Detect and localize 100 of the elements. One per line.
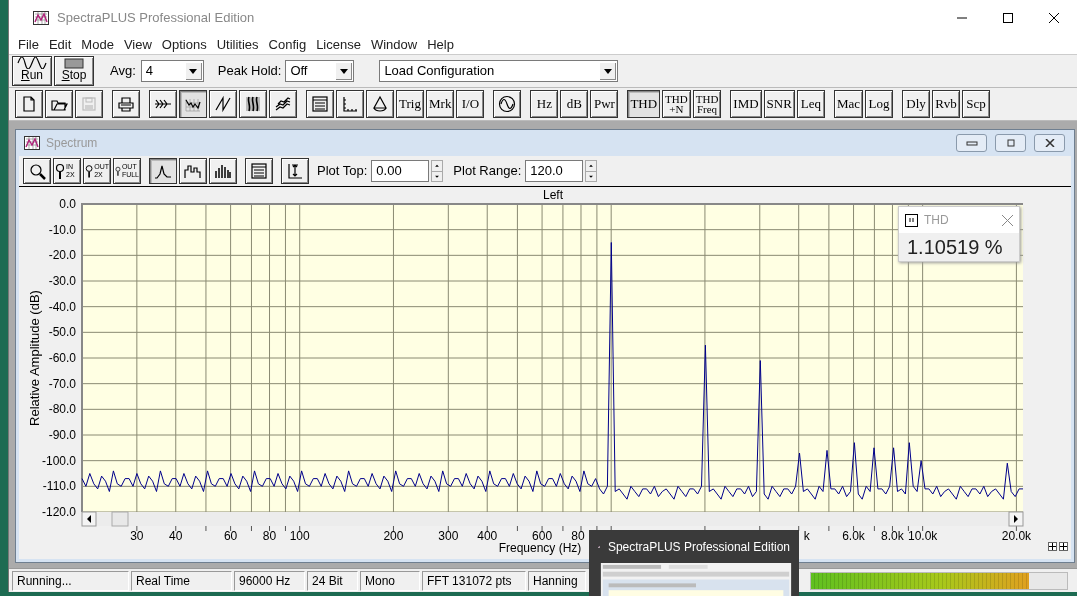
status-field: FFT 131072 pts [422,570,526,591]
tool-button[interactable]: Hz [530,90,559,118]
y-tick-label: 0.0 [59,197,76,211]
tool-button[interactable] [493,90,522,118]
restore-icon [1004,139,1017,147]
channel-label: Left [543,188,563,202]
tool-button[interactable]: THD +N [662,90,691,118]
maximize-icon [1003,12,1013,23]
x-tick-label: 8.0k [881,529,904,543]
tool-button[interactable] [112,90,140,118]
peak-hold-label: Peak Hold: [217,62,282,81]
waterfall-icon [274,95,292,113]
tool-button[interactable] [336,90,364,118]
avg-label: Avg: [110,62,136,81]
magnifier-icon [55,163,65,179]
scroll-right-button[interactable] [1008,511,1024,527]
tool-button[interactable] [366,90,394,118]
peak-hold-dropdown[interactable]: Off [285,60,355,82]
tool-button[interactable]: THD Freq [692,90,722,118]
tool-button[interactable] [306,90,334,118]
menu-item[interactable]: License [311,34,366,55]
view-mode-button[interactable] [149,158,177,184]
stop-button[interactable]: Stop [54,56,94,86]
tool-button[interactable]: Dly [902,90,930,118]
child-close-button[interactable] [1034,134,1065,152]
taskbar-preview[interactable]: SpectraPLUS Professional Edition [589,530,799,596]
tool-button[interactable] [15,90,43,118]
zoom-button[interactable] [23,158,51,184]
menu-item[interactable]: File [13,34,44,55]
y-tick-label: -50.0 [48,325,76,340]
tool-button[interactable]: Scp [962,90,990,118]
menu-item[interactable]: Mode [76,34,119,55]
app-icon [33,10,49,25]
scroll-thumb[interactable] [111,511,129,527]
tool-button[interactable] [209,90,237,118]
tool-button[interactable] [269,90,297,118]
panel-button[interactable] [245,158,273,184]
tool-button[interactable] [45,90,73,118]
y-tick-label: -120.0 [41,505,76,519]
panel-icon [250,162,268,180]
run-button[interactable]: Run [12,56,52,86]
tool-button[interactable]: Log [865,90,893,118]
close-icon[interactable] [1002,214,1013,226]
readout-title: THD [924,212,950,229]
spin-buttons[interactable] [585,160,598,182]
x-axis-label: Frequency (Hz) [498,541,582,555]
minimize-icon [965,139,978,147]
sine-circle-icon [498,95,517,113]
y-tick-label: -60.0 [48,351,76,365]
scroll-left-button[interactable] [81,511,97,527]
readout-value: 1.10519 % [899,233,1019,261]
tool-button[interactable] [179,90,207,118]
tool-button[interactable]: THD [627,90,661,118]
plot-top-field[interactable]: 0.00 [371,160,430,182]
configuration-dropdown[interactable]: Load Configuration [379,60,619,82]
avg-dropdown[interactable]: 4 [140,60,204,82]
axis-icon [341,95,359,113]
app-icon [24,136,40,150]
tool-button[interactable]: SNR [763,90,795,118]
child-window-title: Spectrum [46,135,99,152]
pause-icon[interactable] [905,213,918,227]
child-restore-button[interactable] [995,134,1026,152]
tool-button[interactable]: IMD [730,90,762,118]
tool-button[interactable]: Pwr [590,90,619,118]
y-tick-label: -40.0 [48,299,76,314]
y-axis-label: Relative Amplitude (dB) [27,290,42,426]
view-mode-button[interactable] [209,158,237,184]
printer-icon [117,95,135,113]
menu-item[interactable]: Edit [43,34,77,55]
menu-item[interactable]: Config [263,34,312,55]
menu-item[interactable]: Utilities [211,34,264,55]
tool-button[interactable]: Trig [396,90,424,118]
window-title: SpectraPLUS Professional Edition [57,8,256,27]
spin-buttons[interactable] [431,160,444,182]
plus-icon[interactable] [1059,542,1068,551]
tool-button[interactable] [149,90,177,118]
spectrogram-icon [244,95,262,113]
child-minimize-button[interactable] [956,134,987,152]
y-tick-label: -20.0 [48,248,76,263]
tool-button[interactable] [239,90,267,118]
tool-button[interactable]: I/O [456,90,485,118]
tool-button[interactable]: dB [560,90,589,118]
plot-range-field[interactable]: 120.0 [525,160,584,182]
range-button[interactable] [281,158,309,184]
tool-button[interactable]: Mrk [426,90,455,118]
vertical-range-icon [286,162,304,180]
y-tick-label: -100.0 [41,453,76,468]
status-field: 24 Bit [307,570,358,591]
tool-button[interactable]: Rvb [932,90,960,118]
field-label: Plot Top: [317,162,368,181]
menu-item[interactable]: View [118,34,157,55]
menu-item[interactable]: Window [365,34,423,55]
menu-item[interactable]: Help [422,34,459,55]
plus-icon[interactable] [1048,542,1057,551]
menu-item[interactable]: Options [156,34,212,55]
tool-button[interactable]: Mac [833,90,863,118]
tool-button[interactable]: Leq [796,90,825,118]
view-mode-button[interactable] [179,158,207,184]
x-tick-label: 10.0k [907,529,938,543]
x-tick-label: 60 [223,529,238,543]
